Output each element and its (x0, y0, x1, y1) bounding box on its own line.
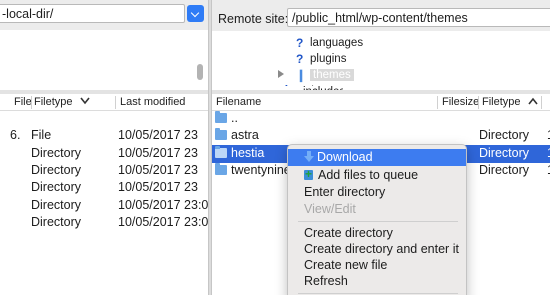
context-menu: Download Add files to queue Enter direct… (287, 144, 467, 295)
local-col-separator (115, 96, 116, 109)
remote-col-separator (541, 96, 542, 109)
local-row-type: Directory (31, 146, 82, 160)
local-row-type: Directory (31, 180, 82, 194)
remote-col-filetype[interactable]: Filetype (482, 94, 538, 111)
local-row-modified: 10/05/2017 23 (118, 128, 198, 142)
menu-separator (298, 293, 458, 294)
local-col-separator (31, 96, 32, 109)
download-icon (304, 151, 314, 162)
local-col-filetype[interactable]: Filetype (34, 94, 90, 111)
remote-site-label: Remote site: (218, 12, 289, 26)
local-col-last-modified[interactable]: Last modified (120, 94, 185, 111)
folder-icon: ❙ (296, 68, 307, 82)
local-row[interactable]: Directory 10/05/2017 23 (0, 162, 208, 180)
remote-col-separator (478, 96, 479, 109)
local-row[interactable]: Directory 10/05/2017 23 (0, 179, 208, 197)
local-row-type: Directory (31, 215, 82, 229)
local-col-filesize[interactable]: File (14, 94, 32, 111)
remote-row-name: .. (231, 111, 238, 125)
folder-icon (215, 146, 227, 158)
local-row[interactable]: Directory 10/05/2017 23:0 (0, 197, 208, 215)
remote-row-parent[interactable]: .. (212, 110, 550, 128)
menu-item-create-directory[interactable]: Create directory (288, 225, 466, 242)
local-path-dropdown-button[interactable] (187, 5, 204, 22)
menu-item-add-to-queue[interactable]: Add files to queue (288, 166, 466, 184)
folder-icon (215, 111, 227, 123)
local-row-modified: 10/05/2017 23 (118, 146, 198, 160)
remote-path-input[interactable]: /public_html/wp-content/themes (287, 8, 550, 27)
menu-item-create-new-file[interactable]: Create new file (288, 257, 466, 274)
remote-row-type: Directory (479, 146, 530, 160)
remote-col-separator (437, 96, 438, 109)
folder-icon (215, 128, 227, 140)
remote-row-name: astra (231, 128, 259, 142)
tree-item-themes[interactable]: ❙ themes (296, 67, 354, 83)
unknown-folder-icon: ? (296, 52, 304, 66)
local-row-modified: 10/05/2017 23 (118, 180, 198, 194)
local-row-type: File (31, 128, 52, 142)
local-row[interactable]: Directory 10/05/2017 23 (0, 145, 208, 163)
menu-separator (298, 221, 458, 222)
menu-item-create-directory-enter[interactable]: Create directory and enter it (288, 241, 466, 258)
folder-icon (215, 163, 227, 175)
menu-item-view-edit: View/Edit (304, 202, 356, 216)
expand-arrow-icon[interactable] (278, 70, 284, 78)
local-row-type: Directory (31, 163, 82, 177)
local-row[interactable]: 6. File 10/05/2017 23 (0, 127, 208, 145)
remote-path-value: /public_html/wp-content/themes (292, 11, 468, 25)
local-path-value: -local-dir/ (2, 7, 54, 21)
local-tree-scrollbar[interactable] (197, 64, 203, 80)
local-row[interactable]: Directory 10/05/2017 23:0 (0, 214, 208, 232)
menu-item-enter-directory[interactable]: Enter directory (288, 184, 466, 201)
remote-row-type: Directory (479, 163, 530, 177)
menu-item-refresh[interactable]: Refresh (288, 273, 466, 290)
remote-col-filename[interactable]: Filename (216, 94, 261, 111)
local-row-modified: 10/05/2017 23:0 (118, 215, 209, 229)
remote-tree-panel (212, 31, 550, 90)
remote-row-name: hestia (231, 146, 265, 160)
local-row-modified: 10/05/2017 23 (118, 163, 198, 177)
local-row-size: 6. (10, 128, 21, 142)
tree-item-plugins[interactable]: ? plugins (296, 51, 346, 67)
remote-row-type: Directory (479, 128, 530, 142)
add-to-queue-icon (304, 166, 315, 183)
local-path-input[interactable]: -local-dir/ (0, 4, 185, 23)
unknown-folder-icon: ? (296, 36, 304, 50)
local-row-type: Directory (31, 198, 82, 212)
chevron-down-icon (79, 97, 90, 105)
tree-item-languages[interactable]: ? languages (296, 35, 363, 51)
unknown-folder-icon: ? (283, 85, 294, 89)
remote-row-name: twentynine (231, 163, 291, 177)
menu-item-download[interactable]: Download (288, 149, 466, 166)
local-tree-panel (0, 30, 208, 90)
remote-col-filesize[interactable]: Filesize (442, 94, 479, 111)
local-row-modified: 10/05/2017 23:0 (118, 198, 209, 212)
remote-row[interactable]: astra Directory 1 (212, 127, 550, 145)
chevron-up-icon (527, 97, 538, 105)
